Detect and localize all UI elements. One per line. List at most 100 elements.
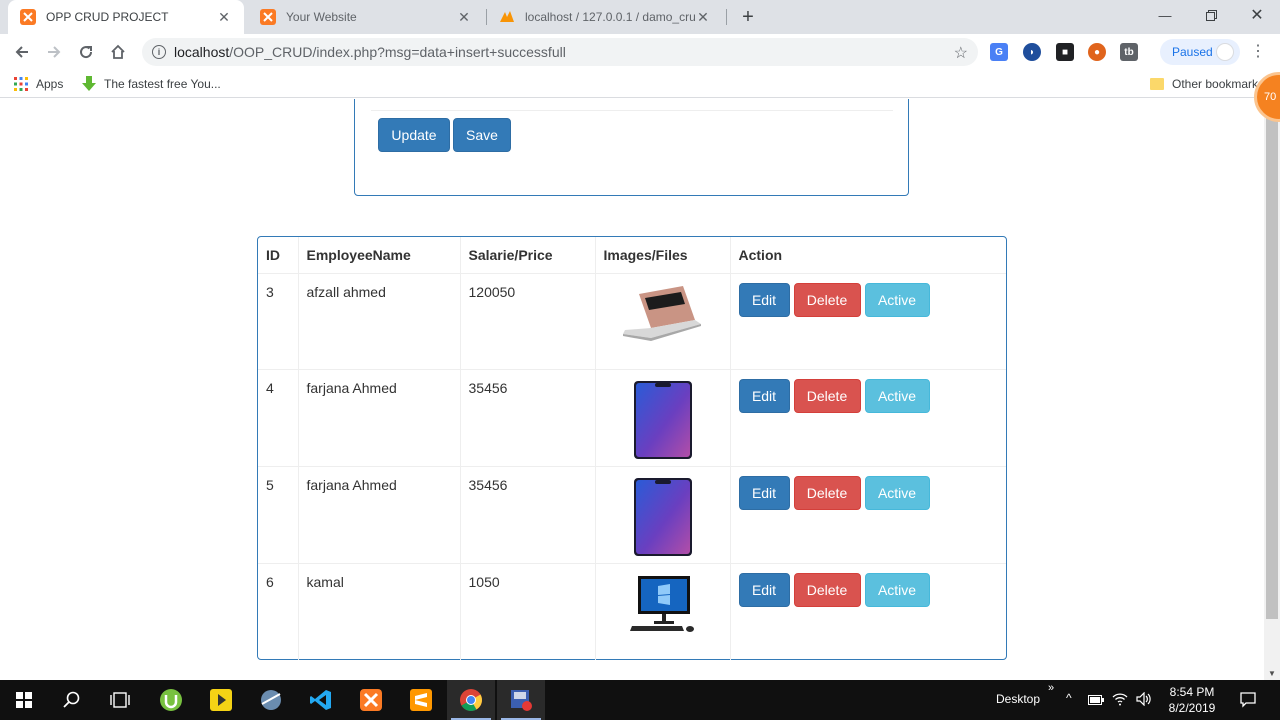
system-clock[interactable]: 8:54 PM 8/2/2019 xyxy=(1160,684,1224,716)
delete-button[interactable]: Delete xyxy=(793,476,861,510)
wifi-icon[interactable] xyxy=(1112,692,1128,709)
start-button[interactable] xyxy=(0,680,48,720)
clock-date: 8/2/2019 xyxy=(1168,701,1216,715)
xampp-icon xyxy=(260,9,276,25)
forward-button[interactable] xyxy=(40,38,68,66)
extension-globe-icon[interactable]: ● xyxy=(1088,43,1106,61)
cell-name: kamal xyxy=(298,562,461,660)
folder-icon xyxy=(1150,77,1164,91)
scrollbar-thumb[interactable] xyxy=(1266,117,1278,619)
cell-id: 4 xyxy=(258,369,299,467)
table-header-row: ID EmployeeName Salarie/Price Images/Fil… xyxy=(258,237,1006,274)
save-button[interactable]: Save xyxy=(453,118,511,152)
kmplayer-icon[interactable] xyxy=(197,680,245,720)
app-globe-icon[interactable] xyxy=(247,680,295,720)
toolbar-overflow-chevron-icon[interactable]: » xyxy=(1048,682,1054,694)
volume-icon[interactable] xyxy=(1136,691,1152,709)
edit-button[interactable]: Edit xyxy=(738,476,790,510)
tubebuddy-extension-icon[interactable]: tb xyxy=(1120,43,1138,61)
table-row: 3 afzall ahmed 120050 Edit Delete Active xyxy=(258,272,1006,370)
cell-id: 6 xyxy=(258,562,299,660)
bookmark-label: Other bookmarks xyxy=(1172,77,1265,91)
info-icon[interactable]: i xyxy=(152,45,166,59)
extension-icon[interactable]: ◗ xyxy=(1023,43,1041,61)
windows-logo-icon xyxy=(16,692,32,708)
tab-your-website[interactable]: Your Website ✕ xyxy=(248,0,484,34)
active-button[interactable]: Active xyxy=(864,572,930,607)
bookmark-star-icon[interactable]: ☆ xyxy=(954,43,968,63)
edit-button[interactable]: Edit xyxy=(738,282,790,317)
tab-divider xyxy=(726,9,727,25)
tab-phpmyadmin[interactable]: localhost / 127.0.0.1 / damo_crud ✕ xyxy=(487,0,723,34)
task-view-icon[interactable] xyxy=(96,680,144,720)
cell-name: afzall ahmed xyxy=(298,272,461,370)
edit-button[interactable]: Edit xyxy=(738,379,790,414)
badge-count: 70 xyxy=(1264,91,1277,103)
laptop-image xyxy=(622,285,701,341)
delete-button[interactable]: Delete xyxy=(793,572,861,607)
action-center-icon[interactable] xyxy=(1240,692,1256,711)
vscode-icon[interactable] xyxy=(297,680,345,720)
cell-image xyxy=(595,562,731,660)
form-panel: Update Save xyxy=(354,99,909,196)
desktop-toolbar-label[interactable]: Desktop xyxy=(996,692,1040,706)
edit-button[interactable]: Edit xyxy=(738,572,790,607)
page-scrollbar[interactable]: ▲ ▼ xyxy=(1264,99,1280,680)
delete-button[interactable]: Delete xyxy=(793,282,861,317)
clock-time: 8:54 PM xyxy=(1169,685,1215,699)
close-window-button[interactable]: ✕ xyxy=(1234,0,1280,30)
profile-button[interactable]: Paused xyxy=(1160,39,1240,65)
recorder-icon[interactable] xyxy=(497,680,545,720)
bookmark-fastest-free[interactable]: The fastest free You... xyxy=(82,76,221,92)
close-tab-icon[interactable]: ✕ xyxy=(456,9,472,25)
cell-name: farjana Ahmed xyxy=(298,466,461,564)
tab-title: localhost / 127.0.0.1 / damo_crud xyxy=(525,10,695,24)
utorrent-icon[interactable] xyxy=(147,680,195,720)
extension-cube-icon[interactable]: ■ xyxy=(1056,43,1074,61)
xampp-icon xyxy=(20,9,36,25)
minimize-button[interactable]: — xyxy=(1142,0,1188,30)
browser-tab-strip: OPP CRUD PROJECT ✕ Your Website ✕ localh… xyxy=(0,0,1280,34)
reload-button[interactable] xyxy=(72,38,100,66)
battery-icon[interactable] xyxy=(1088,694,1104,708)
tab-opp-crud-project[interactable]: OPP CRUD PROJECT ✕ xyxy=(8,0,244,34)
table-row: 6 kamal 1050 Edit Delete Active xyxy=(258,562,1006,660)
chrome-icon[interactable] xyxy=(447,680,495,720)
tab-title: Your Website xyxy=(286,10,357,24)
desktop-computer-image xyxy=(629,575,694,632)
cell-action: Edit Delete Active xyxy=(730,466,1006,564)
profile-label: Paused xyxy=(1172,45,1213,59)
cell-image xyxy=(595,369,731,467)
home-button[interactable] xyxy=(104,38,132,66)
scroll-down-arrow-icon[interactable]: ▼ xyxy=(1268,669,1276,678)
restore-button[interactable] xyxy=(1188,0,1234,30)
header-salary: Salarie/Price xyxy=(460,237,596,274)
bookmark-other[interactable]: Other bookmarks xyxy=(1150,76,1264,92)
back-button[interactable] xyxy=(8,38,36,66)
delete-button[interactable]: Delete xyxy=(793,379,861,414)
sublime-text-icon[interactable] xyxy=(397,680,445,720)
xampp-icon[interactable] xyxy=(347,680,395,720)
close-tab-icon[interactable]: ✕ xyxy=(695,9,711,25)
close-tab-icon[interactable]: ✕ xyxy=(216,9,232,25)
browser-toolbar: i localhost/OOP_CRUD/index.php?msg=data+… xyxy=(0,34,1280,70)
search-icon[interactable] xyxy=(48,680,96,720)
tab-title: OPP CRUD PROJECT xyxy=(46,10,169,24)
address-bar[interactable]: i localhost/OOP_CRUD/index.php?msg=data+… xyxy=(142,38,978,66)
show-hidden-icons-chevron-icon[interactable]: ^ xyxy=(1066,691,1072,705)
form-divider xyxy=(371,110,893,111)
bookmark-label: Apps xyxy=(36,77,64,91)
page-viewport: Update Save ID EmployeeName Salarie/Pric… xyxy=(0,99,1264,680)
phpmyadmin-icon xyxy=(499,9,515,25)
more-menu-icon[interactable]: ⋮ xyxy=(1250,42,1266,62)
phone-image xyxy=(633,478,692,556)
new-tab-button[interactable]: + xyxy=(736,5,760,29)
active-button[interactable]: Active xyxy=(864,282,930,317)
update-button[interactable]: Update xyxy=(378,118,450,152)
active-button[interactable]: Active xyxy=(864,379,930,414)
active-button[interactable]: Active xyxy=(864,476,930,510)
translate-extension-icon[interactable]: G xyxy=(990,43,1008,61)
cell-salary: 120050 xyxy=(460,272,596,370)
windows-taskbar: Desktop » ^ 8:54 PM 8/2/2019 xyxy=(0,680,1280,720)
bookmark-apps[interactable]: Apps xyxy=(14,76,63,92)
